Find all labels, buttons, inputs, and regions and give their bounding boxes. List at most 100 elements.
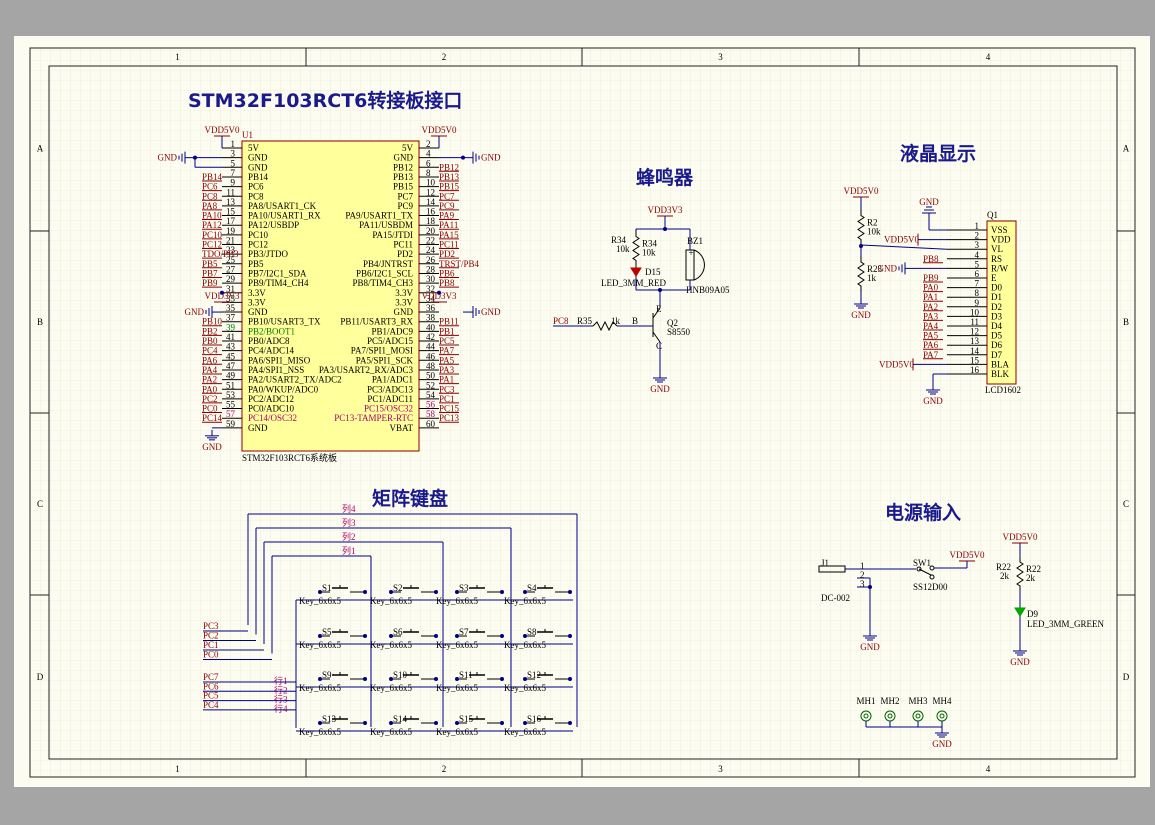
switch-ref: S13 <box>322 714 337 724</box>
junction-dot <box>461 155 465 160</box>
mcu-pin-name: PC5/ADC15 <box>367 336 414 346</box>
keypad-column-net: PC0 <box>203 650 219 660</box>
zone-row-left: C <box>37 499 43 509</box>
mounting-hole-ref: MH1 <box>856 696 875 706</box>
resistor-value: 10k <box>616 244 630 254</box>
switch-ref: S3 <box>459 583 469 593</box>
mcu-pin-number: 43 <box>226 342 236 352</box>
mcu-pin-name: PC2/ADC12 <box>248 394 294 404</box>
switch-ref: S6 <box>393 627 403 637</box>
mcu-pin-name: PC15/OSC32 <box>364 404 413 414</box>
mcu-pin-name: PB11/USART3_RX <box>340 317 413 327</box>
mcu-pin-number: 55 <box>226 400 236 410</box>
mcu-pin-number: 6 <box>426 158 431 168</box>
lcd-pin-name: D2 <box>991 302 1002 312</box>
mcu-pin-name: PA8/USART1_CK <box>248 201 317 211</box>
mcu-pin-name: PA10/USART1_RX <box>248 211 321 221</box>
mcu-pin-number: 22 <box>426 236 435 246</box>
mcu-pin-name: PA12/USBDP <box>248 220 299 230</box>
lcd-pin-number: 9 <box>975 298 980 308</box>
zone-col-bottom: 1 <box>175 764 180 774</box>
gnd-net-label: GND <box>919 197 939 207</box>
lcd-pin-number: 1 <box>975 221 980 231</box>
mcu-pin-name: PC0/ADC10 <box>248 404 295 414</box>
lcd-part: LCD1602 <box>985 385 1021 395</box>
mcu-pin-name: PB7/I2C1_SDA <box>248 268 307 278</box>
mcu-pin-name: GND <box>248 423 268 433</box>
junction-dot <box>220 290 224 295</box>
mcu-pin-name: 3.3V <box>248 288 266 298</box>
mcu-pin-number: 14 <box>426 197 436 207</box>
gnd-net-label: GND <box>932 739 952 749</box>
switch-value: Key_6x6x5 <box>299 596 341 606</box>
mcu-pin-number: 2 <box>426 139 431 149</box>
gnd-net-label: GND <box>923 396 943 406</box>
switch-value: SS12D00 <box>913 582 948 592</box>
junction-dot <box>363 677 367 681</box>
led-value: LED_3MM_GREEN <box>1027 619 1104 629</box>
mcu-pin-number: 53 <box>226 390 236 400</box>
lcd-pin-name: E <box>991 273 997 283</box>
gnd-net-label: GND <box>158 153 178 163</box>
lcd-pin-number: 15 <box>970 355 980 365</box>
keypad-column-label: 列2 <box>342 531 356 542</box>
switch-value: Key_6x6x5 <box>504 683 546 693</box>
mcu-pin-number: 57 <box>226 409 236 419</box>
mcu-pin-number: 51 <box>226 380 235 390</box>
switch-value: Key_6x6x5 <box>504 596 546 606</box>
junction-dot <box>500 721 504 725</box>
junction-dot <box>434 634 438 638</box>
mcu-pin-name: PB14 <box>248 172 269 182</box>
zone-row-right: A <box>1123 144 1130 154</box>
mcu-pin-number: 48 <box>426 361 436 371</box>
switch-value: Key_6x6x5 <box>370 596 412 606</box>
lcd-pin-name: VDD <box>991 235 1011 245</box>
switch-value: Key_6x6x5 <box>436 640 478 650</box>
mcu-pin-name: PB5 <box>248 259 264 269</box>
zone-col-bottom: 3 <box>718 764 723 774</box>
buzzer-plus: + <box>688 248 693 258</box>
power-net-label: VDD5V0 <box>879 359 914 369</box>
gnd-net-label: GND <box>878 263 898 273</box>
lcd-pin-name: D0 <box>991 283 1002 293</box>
mcu-pin-name: PC1/ADC11 <box>367 394 413 404</box>
buzzer-section-title: 蜂鸣器 <box>636 166 694 189</box>
gnd-net-label: GND <box>1010 657 1030 667</box>
keypad-row-net: PC4 <box>203 700 219 710</box>
dc-jack-value: DC-002 <box>821 593 850 603</box>
lcd-pin-number: 5 <box>975 259 980 269</box>
mcu-pin-number: 46 <box>426 351 436 361</box>
buzzer-input-net: PC8 <box>553 316 569 326</box>
mcu-section-title: STM32F103RCT6转接板接口 <box>188 89 462 112</box>
mcu-pin-number: 45 <box>226 351 236 361</box>
mcu-pin-number: 37 <box>226 313 236 323</box>
mcu-pin-number: 44 <box>426 342 436 352</box>
mcu-pin-name: PC9 <box>397 201 413 211</box>
keypad-column-net: PC1 <box>203 640 219 650</box>
lcd-pin-name: D1 <box>991 292 1002 302</box>
switch-value: Key_6x6x5 <box>504 640 546 650</box>
mcu-pin-number: 59 <box>226 419 236 429</box>
mcu-pin-name: GND <box>248 307 268 317</box>
power-net-label: VDD5V0 <box>950 550 985 560</box>
gnd-net-label: GND <box>481 153 501 163</box>
switch-ref: S1 <box>322 583 332 593</box>
lcd-pin-name: D7 <box>991 350 1002 360</box>
power-section-title: 电源输入 <box>885 501 961 524</box>
switch-value: Key_6x6x5 <box>370 727 412 737</box>
zone-col-bottom: 2 <box>442 764 447 774</box>
lcd-pin-number: 2 <box>975 231 980 241</box>
resistor-value: 1k <box>867 273 877 283</box>
pin-number: 3 <box>860 579 865 589</box>
mcu-pin-name: PC7 <box>397 191 413 201</box>
mcu-pin-name: PC3/ADC13 <box>367 384 414 394</box>
mcu-pin-number: 3 <box>231 149 236 159</box>
transistor-pin-c: C <box>656 341 662 351</box>
junction-dot <box>568 677 572 681</box>
junction-dot <box>437 290 441 295</box>
zone-col-bottom: 4 <box>986 764 991 774</box>
keypad-section-title: 矩阵键盘 <box>372 487 448 510</box>
mcu-pin-number: 49 <box>226 371 236 381</box>
mcu-pin-name: PB4/JNTRST <box>363 259 414 269</box>
mcu-pin-number: 47 <box>226 361 236 371</box>
